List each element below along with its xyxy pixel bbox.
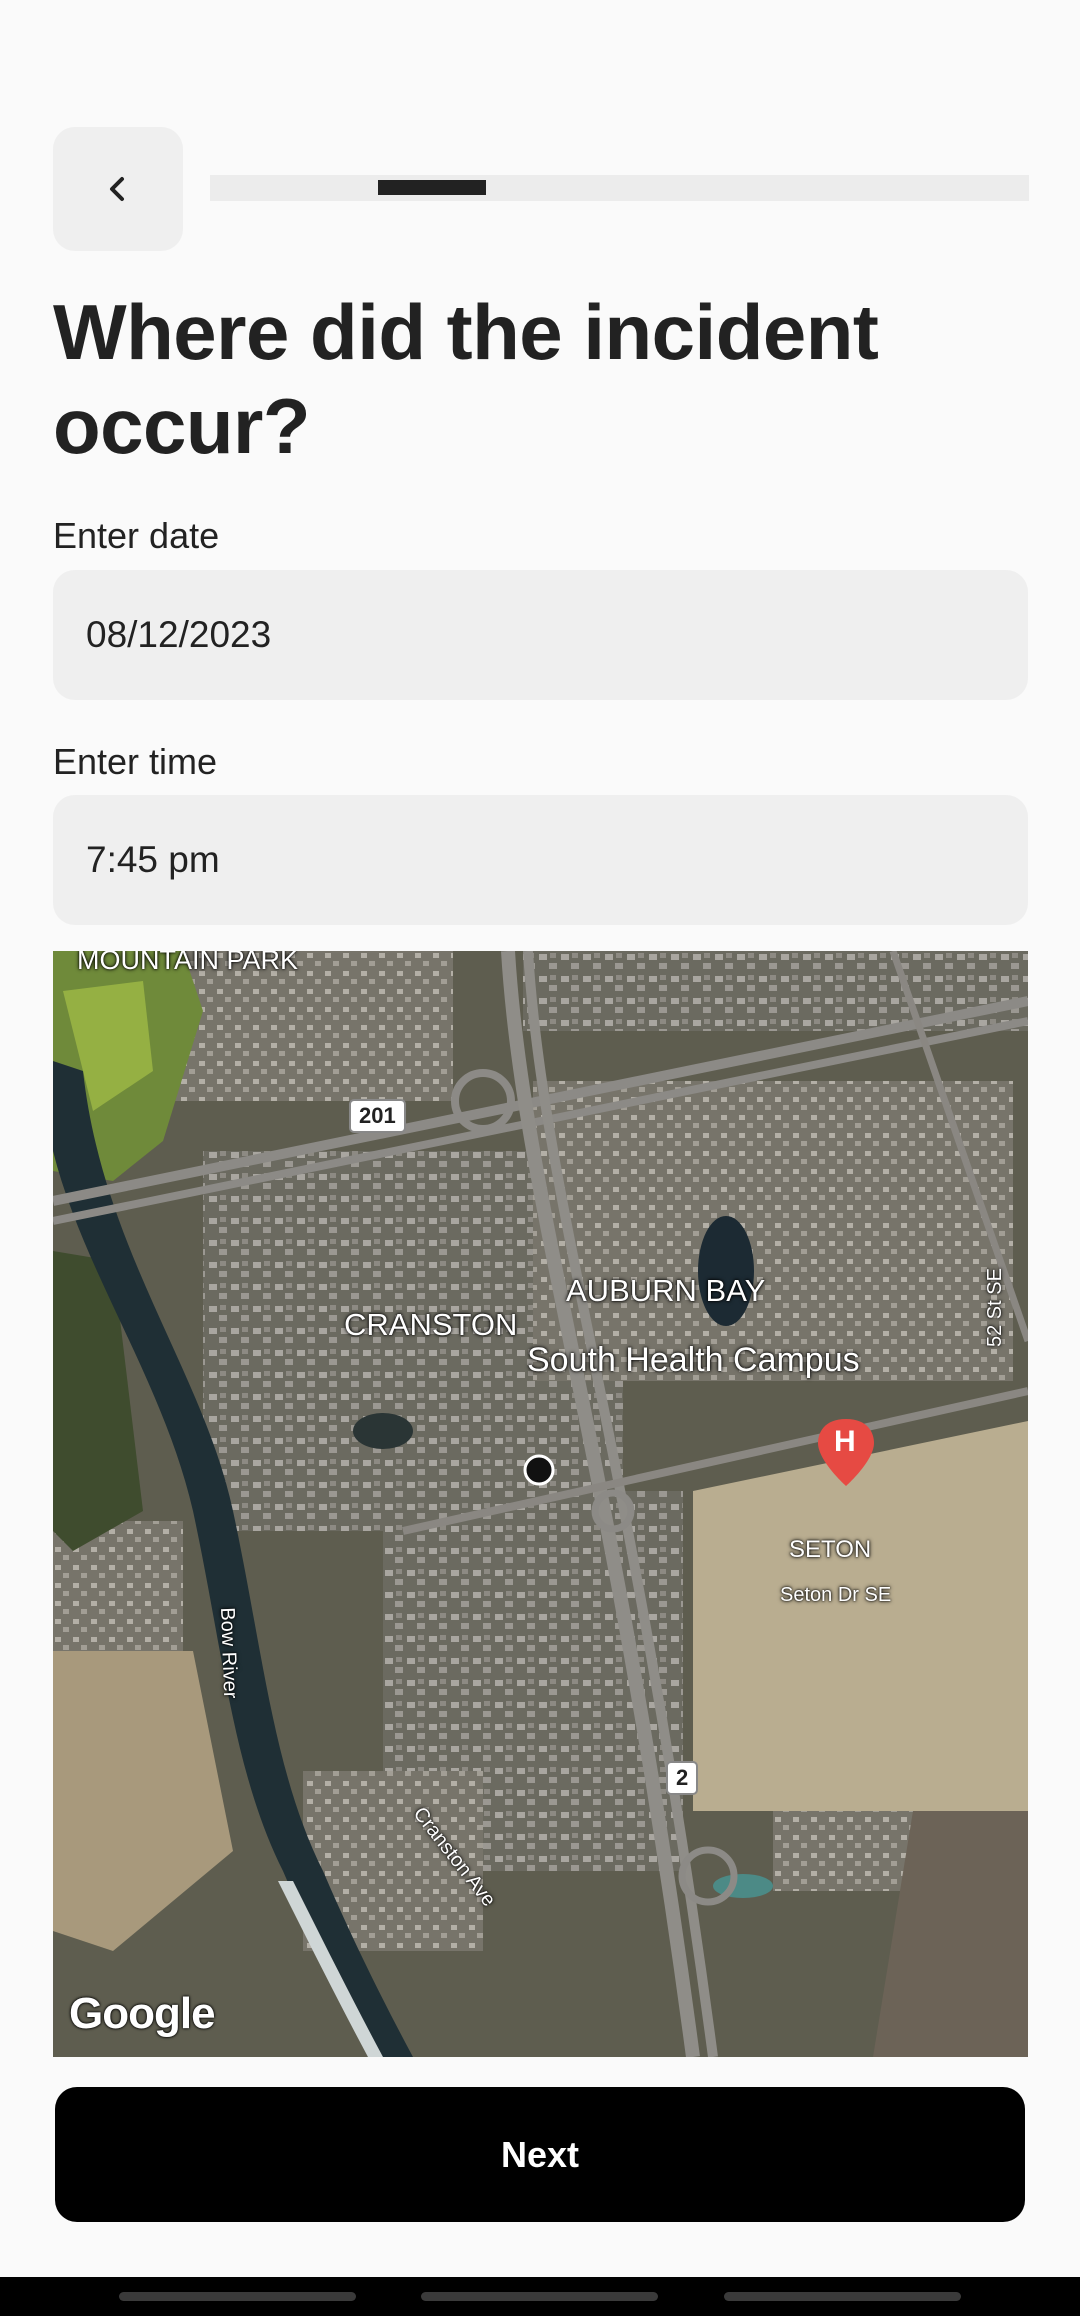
nav-pill-left[interactable] bbox=[119, 2292, 356, 2301]
satellite-map[interactable]: MOUNTAIN PARK AUBURN BAY CRANSTON South … bbox=[53, 951, 1028, 2057]
date-label: Enter date bbox=[53, 515, 220, 556]
map-label-cranston: CRANSTON bbox=[344, 1307, 518, 1342]
progress-bar bbox=[210, 175, 1029, 201]
time-field[interactable]: 7:45 pm bbox=[53, 795, 1028, 925]
date-field[interactable]: 08/12/2023 bbox=[53, 570, 1028, 700]
progress-bar-fill bbox=[377, 180, 486, 195]
nav-pill-center[interactable] bbox=[421, 2292, 658, 2301]
top-bar bbox=[53, 127, 1029, 251]
back-button[interactable] bbox=[53, 127, 183, 251]
map-label-auburn-bay: AUBURN BAY bbox=[566, 1273, 766, 1308]
map-label-bow-river: Bow River bbox=[216, 1607, 242, 1699]
map-label-52-st: 52 St SE bbox=[984, 1268, 1006, 1347]
google-logo: Google bbox=[69, 1989, 216, 2038]
page-title: Where did the incident occur? bbox=[53, 288, 879, 470]
chevron-left-icon bbox=[110, 177, 124, 201]
highway-201-shield: 201 bbox=[349, 1099, 406, 1133]
map-label-seton: SETON bbox=[789, 1536, 872, 1563]
nav-pill-right[interactable] bbox=[724, 2292, 961, 2301]
map-imagery bbox=[53, 951, 1028, 2057]
map-label-mountain-park: MOUNTAIN PARK bbox=[77, 951, 299, 975]
time-label: Enter time bbox=[53, 741, 218, 782]
map-label-seton-dr: Seton Dr SE bbox=[780, 1584, 892, 1606]
system-nav-bar bbox=[0, 2277, 1080, 2316]
hospital-marker-icon[interactable]: H bbox=[834, 1425, 856, 1459]
map-label-south-health-campus: South Health Campus bbox=[527, 1341, 860, 1379]
highway-2-shield: 2 bbox=[666, 1761, 699, 1795]
next-button[interactable]: Next bbox=[55, 2087, 1025, 2222]
